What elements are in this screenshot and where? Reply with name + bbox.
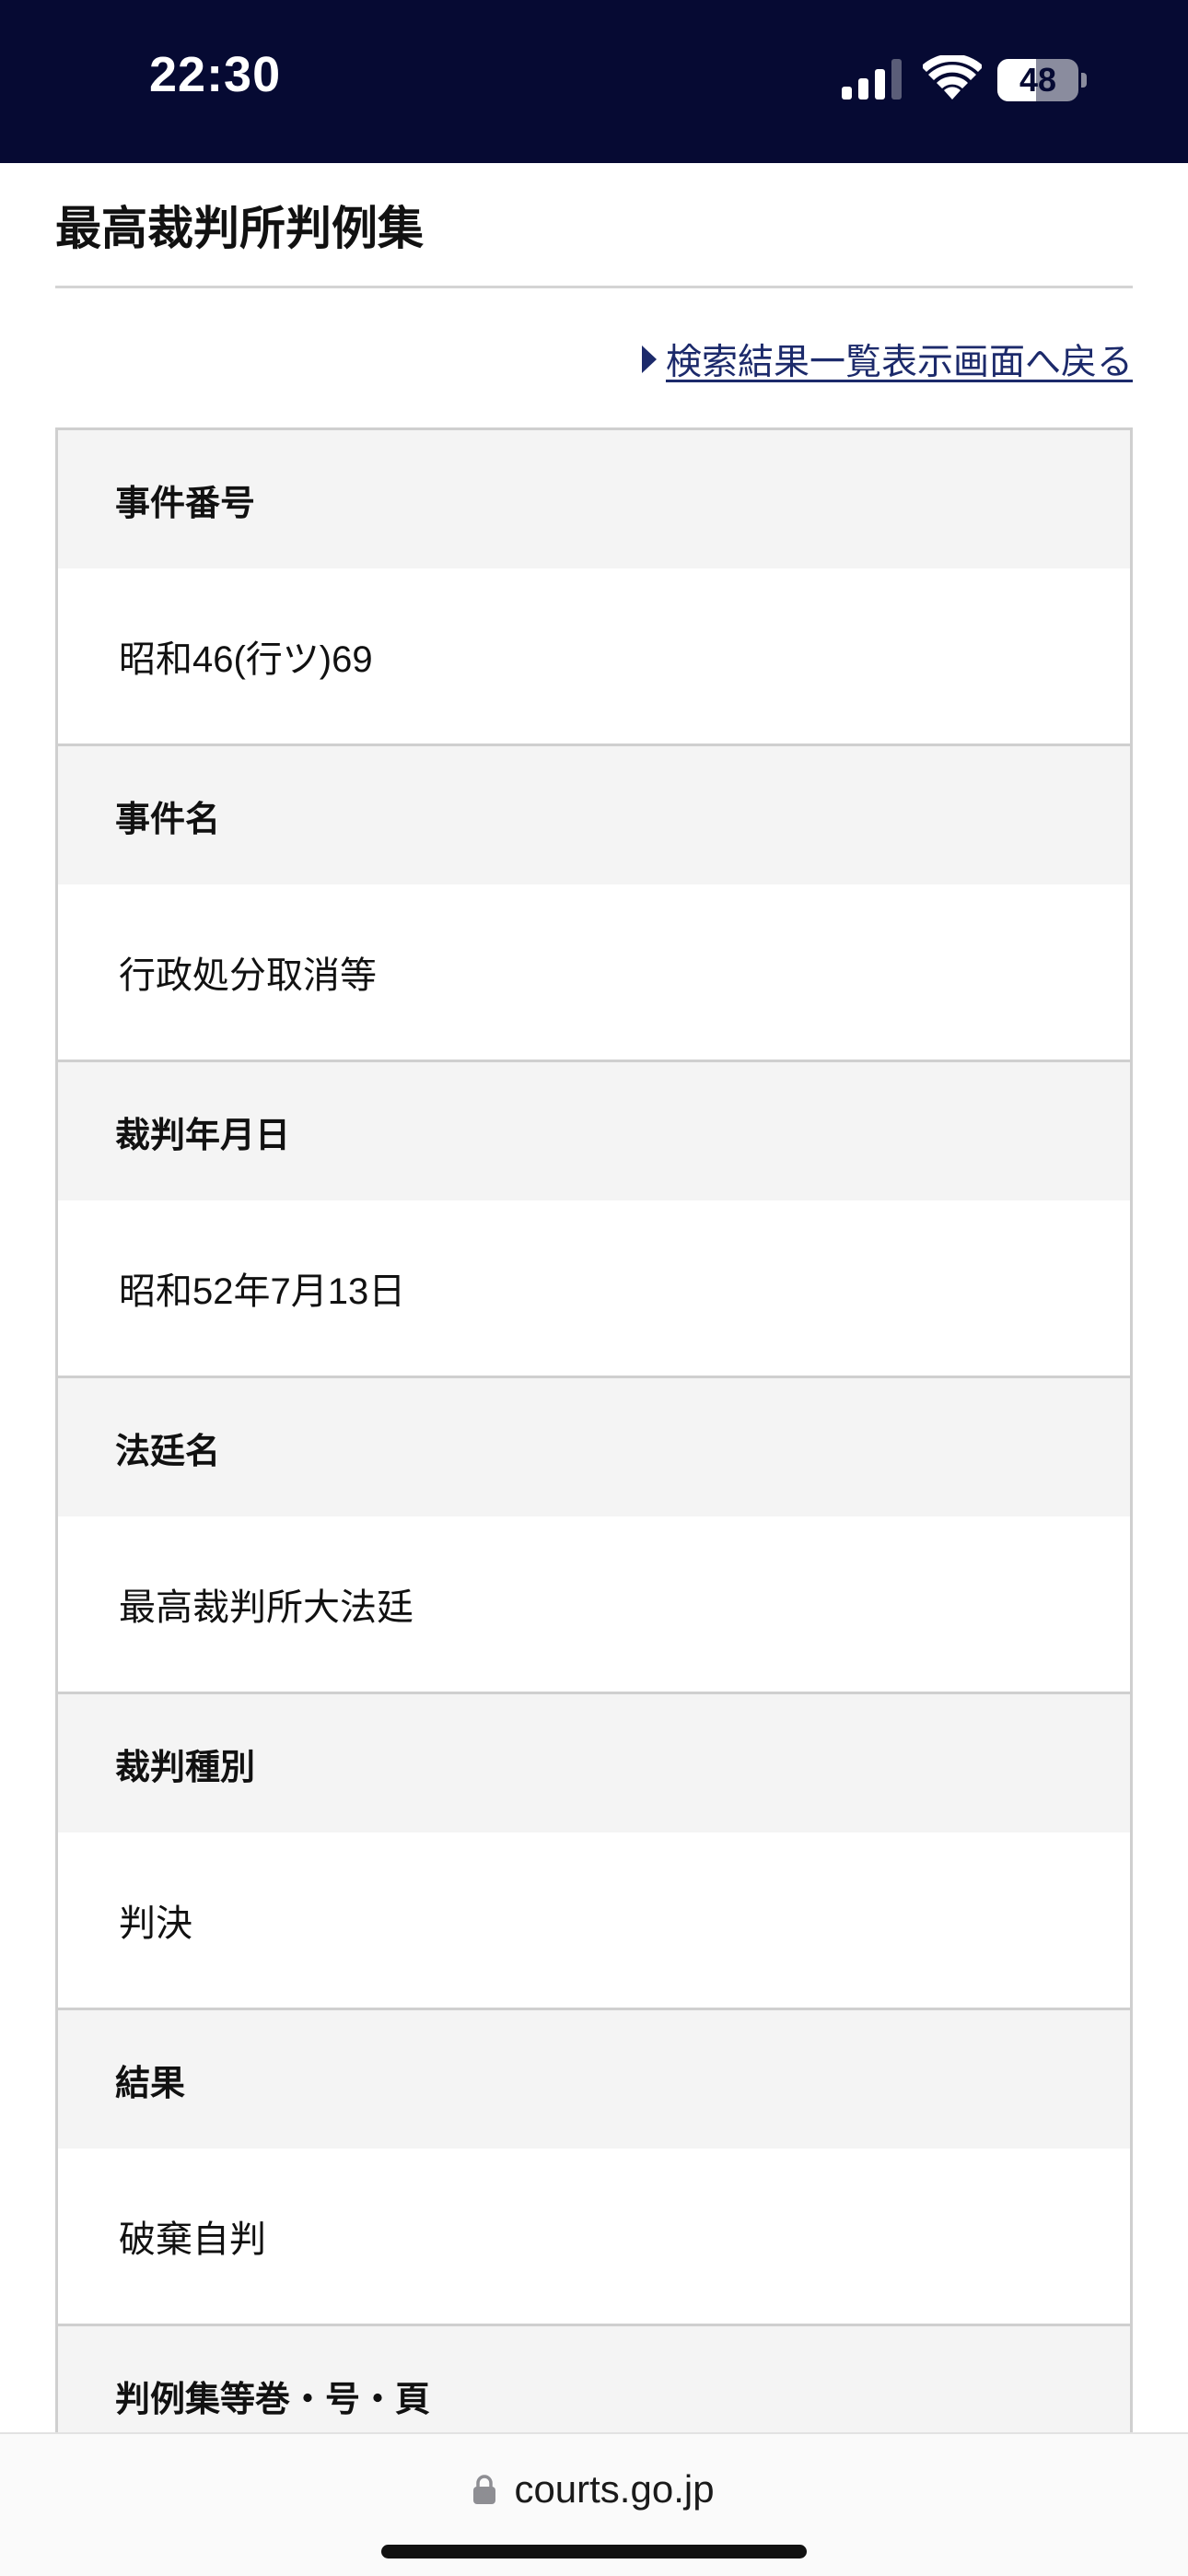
status-time: 22:30 — [149, 47, 282, 102]
field-value-case-name: 行政処分取消等 — [58, 884, 1130, 1062]
lock-icon — [473, 2475, 496, 2504]
field-label: 事件名 — [115, 800, 221, 839]
battery-level: 48 — [1019, 61, 1057, 99]
triangle-right-icon — [641, 345, 657, 373]
page-title: 最高裁判所判例集 — [55, 203, 424, 254]
browser-address-bar: courts.go.jp — [0, 2432, 1188, 2576]
field-value-text: 破棄自判 — [119, 2219, 266, 2260]
battery-body: 48 — [997, 59, 1078, 101]
case-detail-table: 事件番号 昭和46(行ツ)69 事件名 行政処分取消等 裁判年月日 昭和52年7… — [55, 427, 1133, 2576]
home-indicator[interactable] — [381, 2545, 807, 2558]
title-divider — [55, 286, 1133, 288]
field-label: 結果 — [115, 2064, 186, 2103]
field-value-court-name: 最高裁判所大法廷 — [58, 1516, 1130, 1694]
field-label: 裁判種別 — [115, 1748, 256, 1787]
field-header-result: 結果 — [58, 2010, 1130, 2149]
field-header-case-name: 事件名 — [58, 746, 1130, 884]
field-value-judgment-type: 判決 — [58, 1832, 1130, 2010]
battery-icon: 48 — [997, 59, 1087, 101]
field-value-text: 昭和52年7月13日 — [119, 1271, 406, 1312]
field-value-text: 最高裁判所大法廷 — [119, 1587, 413, 1628]
field-value-text: 行政処分取消等 — [119, 955, 377, 996]
field-header-case-number: 事件番号 — [58, 430, 1130, 568]
field-header-court-name: 法廷名 — [58, 1378, 1130, 1516]
field-header-judgment-date: 裁判年月日 — [58, 1062, 1130, 1200]
field-header-judgment-type: 裁判種別 — [58, 1694, 1130, 1832]
back-link-label[interactable]: 検索結果一覧表示画面へ戻る — [666, 334, 1133, 385]
back-to-results-link[interactable]: 検索結果一覧表示画面へ戻る — [641, 334, 1133, 385]
wifi-icon — [923, 55, 982, 100]
field-value-result: 破棄自判 — [58, 2149, 1130, 2326]
field-value-text: 昭和46(行ツ)69 — [119, 639, 373, 680]
status-bar: 22:30 48 — [0, 0, 1188, 163]
field-value-case-number: 昭和46(行ツ)69 — [58, 568, 1130, 746]
battery-cap — [1081, 73, 1087, 88]
field-label: 事件番号 — [115, 484, 256, 523]
url-display[interactable]: courts.go.jp — [0, 2467, 1188, 2512]
field-label: 裁判年月日 — [115, 1116, 291, 1155]
field-value-judgment-date: 昭和52年7月13日 — [58, 1200, 1130, 1378]
field-label: 法廷名 — [115, 1432, 221, 1471]
cellular-signal-icon — [842, 59, 902, 100]
field-value-text: 判決 — [119, 1903, 192, 1944]
field-label: 判例集等巻・号・頁 — [115, 2380, 431, 2419]
url-text[interactable]: courts.go.jp — [514, 2467, 714, 2512]
